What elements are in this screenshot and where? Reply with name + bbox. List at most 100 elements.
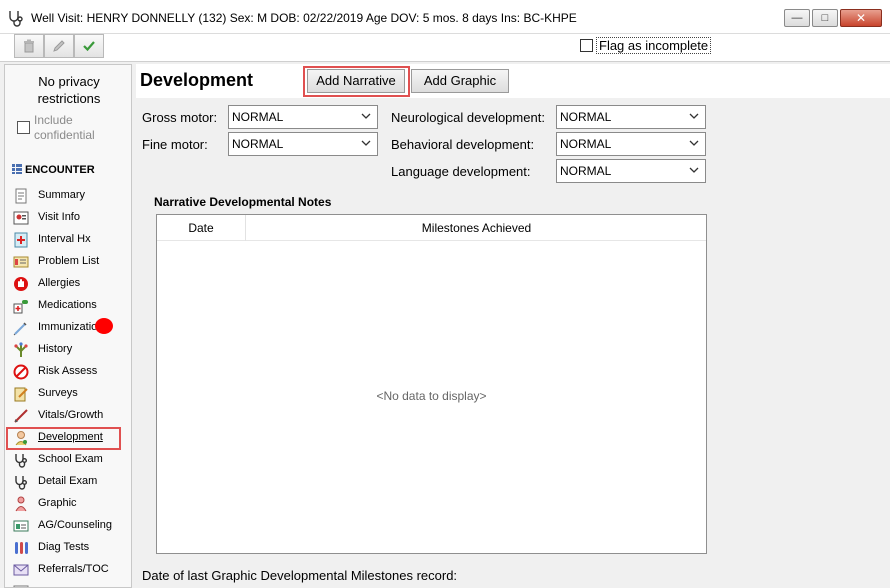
chevron-down-icon <box>361 140 371 146</box>
date-column-header[interactable]: Date <box>157 215 246 241</box>
neurological-development-label: Neurological development: <box>391 110 545 125</box>
problem-list-icon <box>13 256 29 268</box>
milestones-column-header[interactable]: Milestones Achieved <box>247 215 706 241</box>
chevron-down-icon <box>689 167 699 173</box>
sidebar-item-medications[interactable]: Medications <box>13 296 129 316</box>
neurological-development-select[interactable]: NORMAL <box>556 105 706 129</box>
flag-checkbox-box[interactable] <box>580 39 593 52</box>
sidebar-item-more[interactable] <box>13 582 129 587</box>
title-bar: Well Visit: HENRY DONNELLY (132) Sex: M … <box>0 0 890 34</box>
fine-motor-label: Fine motor: <box>142 137 208 152</box>
checkmark-icon <box>83 41 95 52</box>
minimize-button[interactable]: — <box>784 9 810 27</box>
maximize-button[interactable]: □ <box>812 9 838 27</box>
sidebar-item-label: Problem List <box>38 255 100 267</box>
development-highlight <box>6 427 121 450</box>
delete-button[interactable] <box>14 34 44 58</box>
minimize-icon: — <box>791 12 803 24</box>
sidebar-item-graphic[interactable]: Graphic <box>13 494 129 514</box>
privacy-status: No privacy restrictions <box>5 73 131 107</box>
encounter-icon <box>12 164 22 174</box>
window-controls: — □ ✕ <box>782 9 882 27</box>
gross-motor-value: NORMAL <box>232 110 284 124</box>
sidebar-item-history[interactable]: History <box>13 340 129 360</box>
privacy-line-1: No privacy <box>38 74 100 89</box>
sidebar-item-label: Summary <box>38 189 86 201</box>
behavioral-development-label: Behavioral development: <box>391 137 535 152</box>
sidebar-item-school-exam[interactable]: School Exam <box>13 450 129 470</box>
gross-motor-select[interactable]: NORMAL <box>228 105 378 129</box>
medications-icon <box>13 300 28 314</box>
behavioral-development-value: NORMAL <box>560 137 612 151</box>
include-confidential-box[interactable] <box>17 121 30 134</box>
language-development-select[interactable]: NORMAL <box>556 159 706 183</box>
sidebar-item-interval-hx[interactable]: Interval Hx <box>13 230 129 250</box>
interval-hx-icon <box>14 232 28 248</box>
surveys-icon <box>14 387 28 402</box>
sidebar-item-surveys[interactable]: Surveys <box>13 384 129 404</box>
gross-motor-label: Gross motor: <box>142 110 218 125</box>
add-narrative-highlight <box>303 66 410 97</box>
sidebar-item-detail-exam[interactable]: Detail Exam <box>13 472 129 492</box>
summary-icon <box>15 188 27 204</box>
sidebar-item-label: Referrals/TOC <box>38 563 109 575</box>
sidebar-item-visit-info[interactable]: Visit Info <box>13 208 129 228</box>
sidebar-item-label: Interval Hx <box>38 233 91 245</box>
stethoscope-icon <box>9 11 23 27</box>
toolbar: Flag as incomplete <box>0 34 890 62</box>
list-icon <box>13 585 29 587</box>
main-header: Development Add Narrative Add Graphic <box>136 64 890 98</box>
graphic-icon <box>15 496 27 512</box>
behavioral-development-select[interactable]: NORMAL <box>556 132 706 156</box>
trash-icon <box>24 39 34 53</box>
sidebar-item-allergies[interactable]: Allergies <box>13 274 129 294</box>
sidebar-item-risk-assess[interactable]: Risk Assess <box>13 362 129 382</box>
add-graphic-button[interactable]: Add Graphic <box>411 69 509 93</box>
encounter-header-label: ENCOUNTER <box>25 164 95 176</box>
sidebar-item-vitals-growth[interactable]: Vitals/Growth <box>13 406 129 426</box>
fine-motor-value: NORMAL <box>232 137 284 151</box>
close-icon: ✕ <box>855 11 867 25</box>
language-development-label: Language development: <box>391 164 531 179</box>
sidebar-item-diag-tests[interactable]: Diag Tests <box>13 538 129 558</box>
sidebar-item-label: Visit Info <box>38 211 80 223</box>
window-title: Well Visit: HENRY DONNELLY (132) Sex: M … <box>31 11 577 25</box>
sidebar-item-label: Vitals/Growth <box>38 409 104 421</box>
close-button[interactable]: ✕ <box>840 9 882 27</box>
sidebar-item-label: Surveys <box>38 387 78 399</box>
empty-grid-message: <No data to display> <box>376 389 487 403</box>
narrative-notes-title: Narrative Developmental Notes <box>154 195 332 209</box>
sidebar-item-label: Diag Tests <box>38 541 90 553</box>
include-confidential-label: Include confidential <box>34 113 131 143</box>
risk-assess-icon <box>13 364 29 380</box>
flag-incomplete-checkbox[interactable]: Flag as incomplete <box>580 37 712 54</box>
chevron-down-icon <box>689 113 699 119</box>
sidebar-item-label: Risk Assess <box>38 365 98 377</box>
fine-motor-select[interactable]: NORMAL <box>228 132 378 156</box>
sidebar-item-label: History <box>38 343 73 355</box>
sidebar-item-ag-counseling[interactable]: AG/Counseling <box>13 516 129 536</box>
chevron-down-icon <box>361 113 371 119</box>
sidebar-item-label: AG/Counseling <box>38 519 112 531</box>
privacy-line-2: restrictions <box>37 91 101 106</box>
sidebar-item-label: Medications <box>38 299 97 311</box>
maximize-icon: □ <box>821 12 829 24</box>
sidebar-item-label: School Exam <box>38 453 103 465</box>
pencil-icon <box>53 40 65 52</box>
sidebar-item-summary[interactable]: Summary <box>13 186 129 206</box>
encounter-section-header: ENCOUNTER <box>11 163 95 176</box>
sidebar-item-problem-list[interactable]: Problem List <box>13 252 129 272</box>
stethoscope-icon <box>15 476 27 490</box>
last-graphic-record-label: Date of last Graphic Developmental Miles… <box>142 568 458 583</box>
narrative-notes-grid[interactable]: Date Milestones Achieved <No data to dis… <box>156 214 707 554</box>
sidebar-item-label: Detail Exam <box>38 475 98 487</box>
page-title: Development <box>140 70 254 90</box>
sidebar-item-label: Graphic <box>38 497 77 509</box>
allergies-icon <box>14 277 28 291</box>
vitals-growth-icon <box>14 409 28 423</box>
save-button[interactable] <box>74 34 104 58</box>
visit-info-icon <box>13 211 29 225</box>
sidebar-item-referrals-toc[interactable]: Referrals/TOC <box>13 560 129 580</box>
edit-button[interactable] <box>44 34 74 58</box>
immunization-icon <box>13 322 27 336</box>
